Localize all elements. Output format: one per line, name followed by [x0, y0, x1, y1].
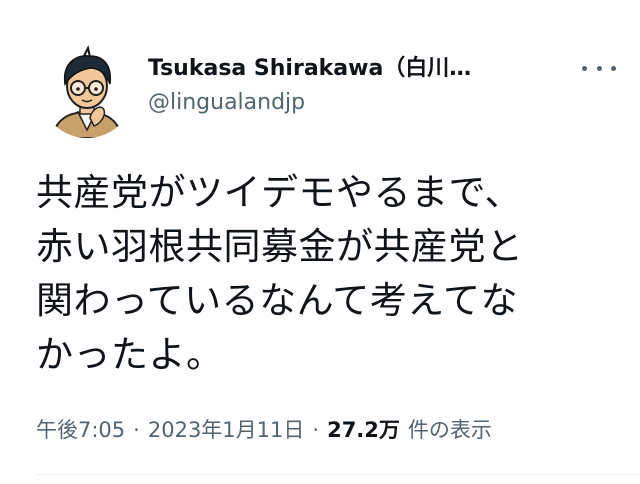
tweet-header: Tsukasa Shirakawa（白川… @lingualandjp	[40, 44, 620, 140]
author-info: Tsukasa Shirakawa（白川… @lingualandjp	[148, 54, 548, 118]
tweet-text: 共産党がツイデモやるまで、 赤い羽根共同募金が共産党と 関わっているなんて考えて…	[36, 166, 616, 382]
tweet-text-line: 赤い羽根共同募金が共産党と	[36, 225, 524, 268]
tweet-text-line: 共産党がツイデモやるまで、	[36, 171, 523, 214]
tweet-text-line: 関わっているなんて考えてな	[36, 279, 518, 322]
tweet-time-link[interactable]: 午後7:05	[36, 414, 125, 444]
more-horizontal-icon	[596, 65, 602, 71]
divider	[36, 474, 640, 475]
tweet-time: 午後7:05	[36, 418, 126, 442]
author-display-name[interactable]: Tsukasa Shirakawa（白川…	[148, 54, 548, 84]
tweet: Tsukasa Shirakawa（白川… @lingualandjp 共産党が…	[0, 0, 640, 484]
author-handle[interactable]: @lingualandjp	[148, 88, 548, 118]
meta-separator: ·	[312, 418, 320, 442]
avatar[interactable]	[40, 44, 134, 138]
views-count: 27.2万	[327, 418, 400, 442]
meta-separator: ·	[133, 418, 140, 442]
more-horizontal-icon	[611, 65, 616, 71]
tweet-date: 2023年1月11日	[147, 418, 305, 442]
tweet-meta: 午後7:05 · 2023年1月11日 · 27.2万 件の表示	[36, 414, 492, 444]
more-options-button[interactable]	[582, 58, 616, 78]
tweet-date-link[interactable]: 2023年1月11日	[148, 414, 305, 444]
tweet-text-line: かったよ。	[36, 333, 224, 376]
more-horizontal-icon	[582, 65, 587, 71]
cartoon-avatar-icon	[50, 45, 124, 138]
views-label: 件の表示	[407, 418, 492, 442]
